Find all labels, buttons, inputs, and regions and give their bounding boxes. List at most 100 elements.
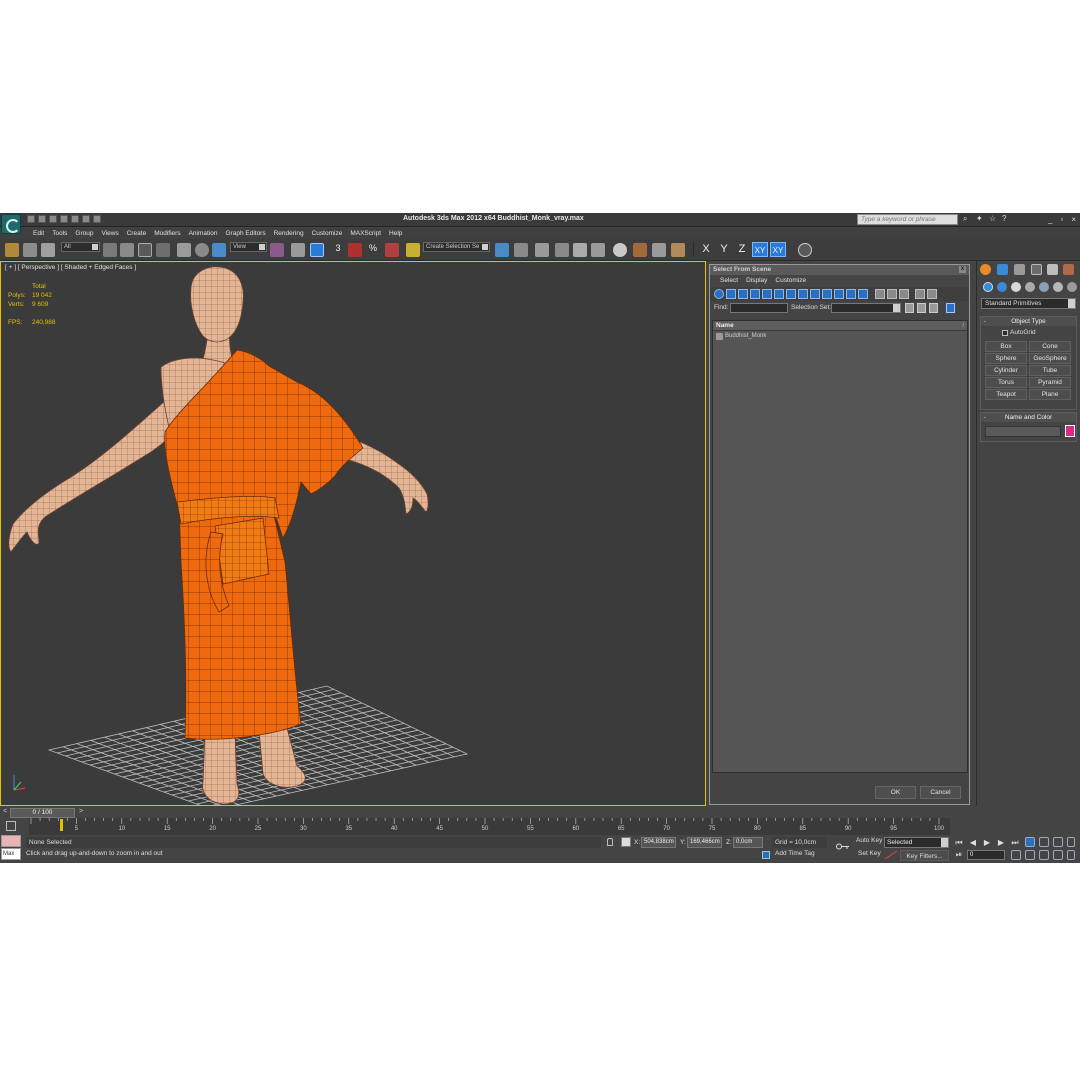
absolute-mode-icon[interactable]	[621, 837, 631, 847]
display-hidden-icon[interactable]	[846, 289, 856, 299]
time-configuration-icon[interactable]	[1011, 850, 1021, 860]
snaps-toggle-icon[interactable]: 3	[331, 243, 345, 257]
menu-animation[interactable]: Animation	[185, 228, 222, 239]
menu-maxscript[interactable]: MAXScript	[346, 228, 385, 239]
field-of-view-icon[interactable]	[1025, 850, 1035, 860]
motion-tab-icon[interactable]	[1031, 264, 1042, 275]
hierarchy-tab-icon[interactable]	[1014, 264, 1025, 275]
scene-object-list[interactable]: Name / Buddhist_Monk	[712, 320, 968, 773]
menu-edit[interactable]: Edit	[29, 228, 48, 239]
list-item[interactable]: Buddhist_Monk	[713, 331, 967, 341]
display-geometry-icon[interactable]	[714, 289, 724, 299]
key-mode-toggle-icon[interactable]: ⏯	[954, 850, 964, 860]
edit-named-selection-icon[interactable]	[406, 243, 420, 257]
reference-coordinate-dropdown[interactable]: View	[230, 242, 267, 252]
select-none-icon[interactable]	[887, 289, 897, 299]
hold-icon[interactable]	[82, 215, 90, 223]
zoom-all-icon[interactable]	[1039, 837, 1049, 847]
display-helpers-icon[interactable]	[762, 289, 772, 299]
select-manipulate-icon[interactable]	[291, 243, 305, 257]
zoom-icon[interactable]	[1025, 837, 1035, 847]
utilities-tab-icon[interactable]	[1063, 264, 1074, 275]
material-editor-icon[interactable]	[613, 243, 627, 257]
select-invert-icon[interactable]	[899, 289, 909, 299]
curve-editor-icon[interactable]	[573, 243, 587, 257]
shapes-category-icon[interactable]	[997, 282, 1007, 292]
cameras-category-icon[interactable]	[1025, 282, 1035, 292]
dialog-menu-display[interactable]: Display	[746, 275, 767, 287]
helpers-category-icon[interactable]	[1039, 282, 1049, 292]
display-shapes-icon[interactable]	[726, 289, 736, 299]
axis-xy-plane-button[interactable]: XY	[752, 242, 768, 257]
display-space-warps-icon[interactable]	[774, 289, 784, 299]
auto-key-button[interactable]: Auto Key	[856, 837, 882, 844]
sphere-button[interactable]: Sphere	[985, 353, 1027, 364]
selection-filter-dropdown[interactable]: All	[61, 242, 100, 252]
rectangle-selection-icon[interactable]	[138, 243, 152, 257]
torus-button[interactable]: Torus	[985, 377, 1027, 388]
pivot-center-icon[interactable]	[270, 243, 284, 257]
display-lights-icon[interactable]	[738, 289, 748, 299]
filter-options-icon[interactable]	[927, 289, 937, 299]
select-by-name-icon[interactable]	[120, 243, 134, 257]
communication-center-icon[interactable]: ✦	[976, 215, 984, 223]
filter-icon[interactable]	[915, 289, 925, 299]
go-to-start-icon[interactable]: ⏮	[954, 838, 964, 848]
window-crossing-icon[interactable]	[156, 243, 170, 257]
select-all-icon[interactable]	[875, 289, 885, 299]
find-case-icon[interactable]	[905, 303, 914, 313]
dialog-title-bar[interactable]: Select From Scene x	[710, 265, 969, 275]
z-coord-field[interactable]: 0,0cm	[733, 837, 763, 848]
mini-curve-editor-icon[interactable]	[6, 821, 16, 831]
selection-set-dropdown[interactable]	[831, 303, 901, 313]
restore-icon[interactable]: ▫	[1060, 215, 1063, 224]
dialog-menu-customize[interactable]: Customize	[775, 275, 806, 287]
default-in-out-tangent-key-icon[interactable]	[836, 843, 850, 850]
time-tag-icon[interactable]	[762, 851, 770, 859]
render-setup-icon[interactable]	[633, 243, 647, 257]
timeline-ruler[interactable]: 5 10 15 20 25 30 35 40 45 50 55 60 65 70 75 80 85 90 95 100	[29, 818, 950, 835]
display-frozen-icon[interactable]	[834, 289, 844, 299]
rotate-icon[interactable]	[195, 243, 209, 257]
minimize-icon[interactable]: _	[1048, 215, 1052, 224]
ok-button[interactable]: OK	[875, 786, 916, 799]
menu-views[interactable]: Views	[97, 228, 122, 239]
cylinder-button[interactable]: Cylinder	[985, 365, 1027, 376]
new-file-icon[interactable]	[27, 215, 35, 223]
menu-modifiers[interactable]: Modifiers	[150, 228, 184, 239]
checkbox-icon[interactable]	[1002, 329, 1008, 336]
named-selection-dropdown[interactable]: Create Selection Se	[423, 242, 490, 252]
perspective-viewport[interactable]: [ + ] [ Perspective ] [ Shaded + Edged F…	[0, 261, 706, 806]
find-input[interactable]	[730, 303, 788, 313]
help-search-input[interactable]: Type a keyword or phrase	[857, 214, 958, 225]
systems-category-icon[interactable]	[1067, 282, 1077, 292]
time-slider-thumb[interactable]: 0 / 100	[10, 808, 75, 818]
lights-category-icon[interactable]	[1011, 282, 1021, 292]
favorites-star-icon[interactable]: ☆	[989, 215, 997, 223]
display-tab-icon[interactable]	[1047, 264, 1058, 275]
project-folder-icon[interactable]	[93, 215, 101, 223]
application-button-icon[interactable]	[1, 214, 21, 234]
move-icon[interactable]	[177, 243, 191, 257]
axis-xy-constraint-button[interactable]: XY	[770, 242, 786, 257]
maxscript-listener-output[interactable]	[1, 835, 21, 847]
display-cameras-icon[interactable]	[750, 289, 760, 299]
pan-view-icon[interactable]	[1039, 850, 1049, 860]
next-frame-icon[interactable]: ▶	[996, 838, 1006, 848]
unlink-icon[interactable]	[23, 243, 37, 257]
align-icon[interactable]	[514, 243, 528, 257]
plane-button[interactable]: Plane	[1029, 389, 1071, 400]
y-coord-field[interactable]: 169,466cm	[687, 837, 722, 848]
display-xrefs-icon[interactable]	[798, 289, 808, 299]
add-time-tag-button[interactable]: Add Time Tag	[775, 850, 815, 857]
menu-customize[interactable]: Customize	[308, 228, 347, 239]
tube-button[interactable]: Tube	[1029, 365, 1071, 376]
menu-help[interactable]: Help	[385, 228, 406, 239]
teapot-button[interactable]: Teapot	[985, 389, 1027, 400]
set-key-button[interactable]: Set Key	[858, 850, 881, 857]
box-button[interactable]: Box	[985, 341, 1027, 352]
key-filters-button[interactable]: Key Filters...	[900, 850, 949, 861]
display-all-icon[interactable]	[858, 289, 868, 299]
mirror-icon[interactable]	[495, 243, 509, 257]
time-slider[interactable]: < 0 / 100 >	[0, 808, 1080, 818]
